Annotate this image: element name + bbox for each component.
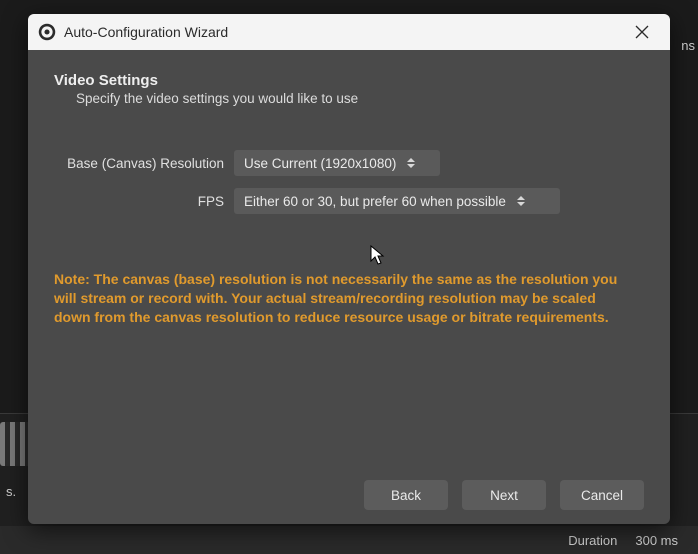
fps-select[interactable]: Either 60 or 30, but prefer 60 when poss… [234, 188, 560, 214]
fps-value: Either 60 or 30, but prefer 60 when poss… [244, 194, 506, 209]
window-title: Auto-Configuration Wizard [64, 24, 624, 40]
fps-label: FPS [54, 194, 234, 209]
spinner-icon [514, 191, 528, 211]
status-bar: Duration 300 ms [0, 526, 698, 554]
resolution-value: Use Current (1920x1080) [244, 156, 396, 171]
resolution-select[interactable]: Use Current (1920x1080) [234, 150, 440, 176]
fps-row: FPS Either 60 or 30, but prefer 60 when … [54, 188, 644, 214]
titlebar: Auto-Configuration Wizard [28, 14, 670, 50]
wizard-dialog: Auto-Configuration Wizard Video Settings… [28, 14, 670, 524]
obs-logo-icon [38, 23, 56, 41]
status-duration-value: 300 ms [635, 533, 678, 548]
resolution-row: Base (Canvas) Resolution Use Current (19… [54, 150, 644, 176]
status-duration-label: Duration [568, 533, 617, 548]
dialog-body: Video Settings Specify the video setting… [28, 50, 670, 524]
back-button[interactable]: Back [364, 480, 448, 510]
wizard-buttons: Back Next Cancel [54, 470, 644, 510]
resolution-note: Note: The canvas (base) resolution is no… [54, 270, 634, 327]
bg-text-fragment: ns [681, 38, 695, 53]
spinner-icon [404, 153, 418, 173]
mouse-cursor-icon [370, 245, 386, 267]
video-settings-form: Base (Canvas) Resolution Use Current (19… [54, 150, 644, 226]
bg-text-fragment: s. [0, 480, 22, 503]
cancel-button[interactable]: Cancel [560, 480, 644, 510]
close-button[interactable] [624, 14, 660, 50]
next-button[interactable]: Next [462, 480, 546, 510]
page-heading: Video Settings [54, 72, 644, 89]
page-subheading: Specify the video settings you would lik… [76, 91, 644, 106]
close-icon [635, 25, 649, 39]
resolution-label: Base (Canvas) Resolution [54, 156, 234, 171]
